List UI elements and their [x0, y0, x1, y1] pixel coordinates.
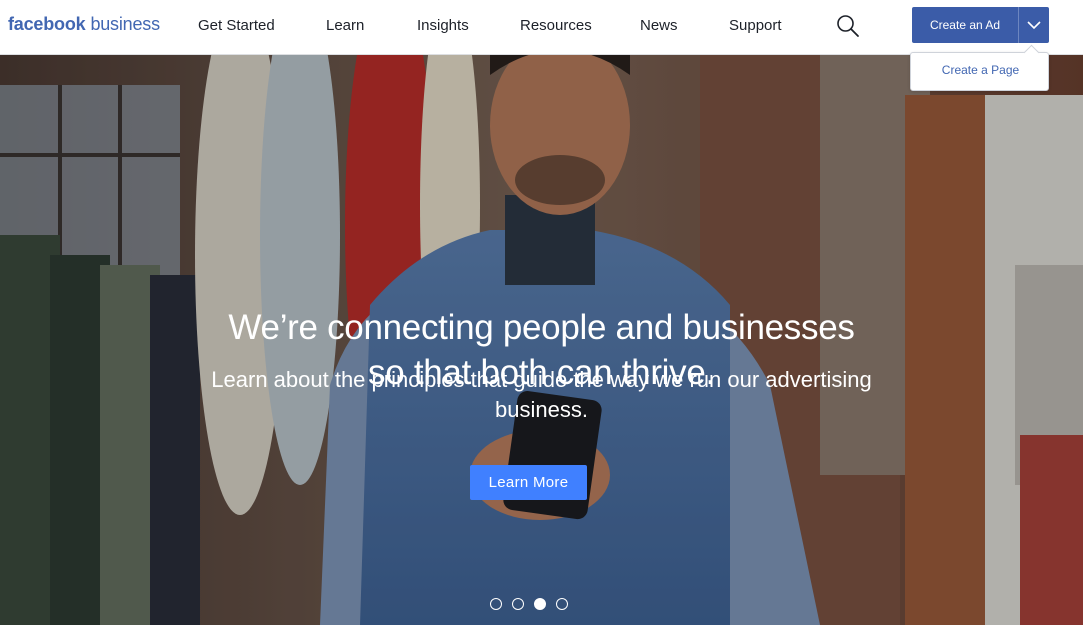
- facebook-business-logo[interactable]: facebook business: [8, 14, 160, 35]
- create-ad-split-button: Create an Ad: [912, 7, 1049, 43]
- hero-banner: We’re connecting people and businesses s…: [0, 55, 1083, 625]
- carousel-dot-2[interactable]: [512, 598, 524, 610]
- carousel-dot-1[interactable]: [490, 598, 502, 610]
- top-navigation: facebook business Get Started Learn Insig…: [0, 0, 1083, 55]
- carousel-indicators: [490, 598, 568, 610]
- create-dropdown-menu: Create a Page: [910, 52, 1049, 91]
- logo-business-text: business: [90, 14, 160, 34]
- logo-facebook-text: facebook: [8, 14, 86, 34]
- nav-news[interactable]: News: [640, 17, 678, 34]
- learn-more-button[interactable]: Learn More: [470, 465, 587, 500]
- hero-subheadline: Learn about the principles that guide th…: [211, 367, 872, 422]
- nav-support[interactable]: Support: [729, 17, 782, 34]
- create-page-menu-item[interactable]: Create a Page: [911, 63, 1050, 77]
- create-ad-button[interactable]: Create an Ad: [912, 7, 1018, 43]
- nav-resources[interactable]: Resources: [520, 17, 592, 34]
- search-icon[interactable]: [836, 14, 860, 38]
- chevron-down-icon: [1027, 21, 1041, 30]
- create-menu-toggle[interactable]: [1019, 7, 1049, 43]
- carousel-dot-3-active[interactable]: [534, 598, 546, 610]
- nav-get-started[interactable]: Get Started: [198, 17, 275, 34]
- nav-insights[interactable]: Insights: [417, 17, 469, 34]
- carousel-dot-4[interactable]: [556, 598, 568, 610]
- hero-headline-line-1: We’re connecting people and businesses: [228, 308, 855, 347]
- nav-learn[interactable]: Learn: [326, 17, 364, 34]
